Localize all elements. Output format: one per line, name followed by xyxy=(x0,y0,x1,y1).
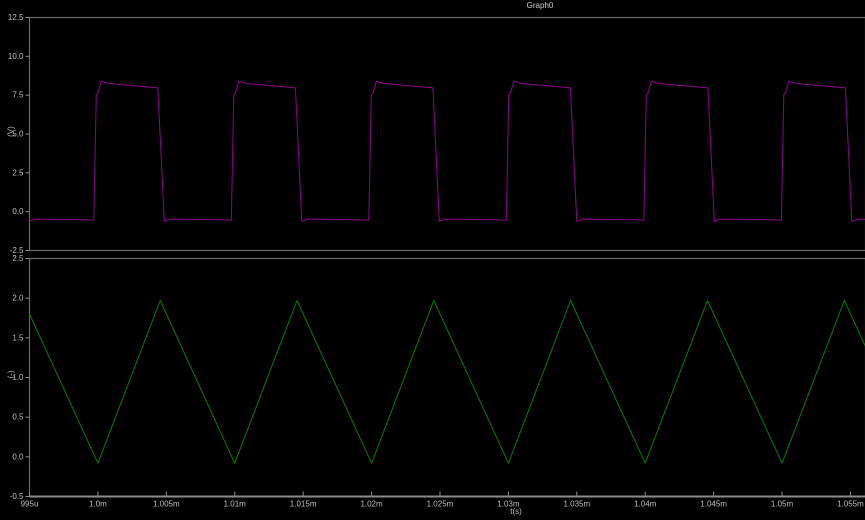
x-tick-label: 1.0m xyxy=(89,500,107,509)
y-tick-label: 1.0 xyxy=(12,373,24,382)
x-tick-label: 1.055m xyxy=(837,500,864,509)
triangle-wave-trace xyxy=(30,301,865,464)
y-tick-label: 0.5 xyxy=(12,413,24,422)
y-tick-label: 0.0 xyxy=(12,452,24,461)
y-tick-label: 1.5 xyxy=(12,333,24,342)
y-tick-label: 0.0 xyxy=(12,207,24,216)
square-wave-trace xyxy=(30,81,865,221)
y-tick-label: 2.0 xyxy=(12,294,24,303)
y-tick-label: 2.5 xyxy=(12,168,24,177)
plots-canvas: 12.510.07.55.02.50.0-2.52.52.01.51.00.50… xyxy=(0,0,865,520)
x-tick-label: 1.03m xyxy=(497,500,520,509)
x-tick-label: 995u xyxy=(21,500,39,509)
y-tick-label: 5.0 xyxy=(12,130,24,139)
y-tick-label: 7.5 xyxy=(12,91,24,100)
y-tick-label: 10.0 xyxy=(8,52,24,61)
y-tick-label: 2.5 xyxy=(12,254,24,263)
x-tick-label: 1.02m xyxy=(360,500,383,509)
x-tick-label: 1.025m xyxy=(427,500,454,509)
x-tick-label: 1.015m xyxy=(290,500,317,509)
plot-frame xyxy=(30,259,865,497)
plot-frame xyxy=(30,18,865,251)
x-tick-label: 1.04m xyxy=(634,500,657,509)
x-tick-label: 1.005m xyxy=(153,500,180,509)
x-tick-label: 1.035m xyxy=(563,500,590,509)
x-tick-label: 1.01m xyxy=(224,500,247,509)
waveform-viewer-window: Graph0 (V) (-) t(s) 12.510.07.55.02.50.0… xyxy=(0,0,865,520)
x-tick-label: 1.045m xyxy=(700,500,727,509)
y-tick-label: 12.5 xyxy=(8,13,24,22)
x-tick-label: 1.05m xyxy=(771,500,794,509)
